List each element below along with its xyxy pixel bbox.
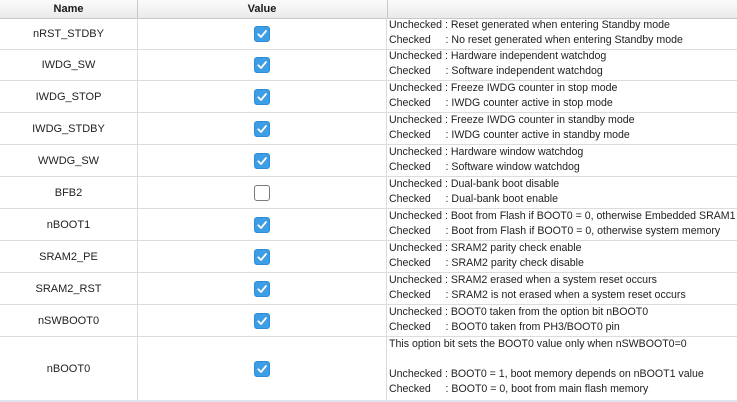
option-description: Unchecked : Hardware window watchdog Chec… <box>388 145 737 176</box>
table-row[interactable]: IWDG_STOP Unchecked : Freeze IWDG counter… <box>0 81 737 113</box>
description-line: Unchecked : Freeze IWDG counter in stand… <box>389 114 635 126</box>
option-checkbox[interactable] <box>254 120 270 137</box>
option-checkbox[interactable] <box>254 216 270 233</box>
description-line: Unchecked : BOOT0 = 1, boot memory depen… <box>389 368 704 380</box>
option-name: WWDG_SW <box>0 145 138 176</box>
description-line: Checked : SRAM2 is not erased when a sys… <box>389 289 686 301</box>
description-line: Unchecked : Freeze IWDG counter in stop … <box>389 82 618 94</box>
option-name: SRAM2_PE <box>0 241 138 272</box>
option-value-cell <box>138 177 387 208</box>
option-checkbox[interactable] <box>254 312 270 329</box>
option-description: Unchecked : Reset generated when enterin… <box>388 18 737 49</box>
description-line: Checked : Software window watchdog <box>389 161 580 173</box>
checkmark-icon <box>257 316 267 325</box>
option-checkbox[interactable] <box>254 25 270 42</box>
option-name: IWDG_STDBY <box>0 113 138 144</box>
option-description: Unchecked : Dual-bank boot disable Checke… <box>388 177 737 208</box>
description-line: Checked : BOOT0 = 0, boot from main flas… <box>389 383 649 395</box>
description-line: Unchecked : BOOT0 taken from the option … <box>389 306 649 318</box>
description-line: Unchecked : Reset generated when enterin… <box>389 19 670 31</box>
option-name: IWDG_SW <box>0 49 138 80</box>
column-header-name[interactable]: Name <box>0 0 137 18</box>
description-line: Unchecked : Hardware independent watchdo… <box>389 50 607 62</box>
option-checkbox[interactable] <box>254 88 270 105</box>
option-description: Unchecked : Freeze IWDG counter in stand… <box>388 113 737 144</box>
table-row[interactable]: IWDG_SW Unchecked : Hardware independent … <box>0 49 737 81</box>
description-line: This option bit sets the BOOT0 value onl… <box>389 338 687 350</box>
description-line: Checked : No reset generated when enteri… <box>389 34 683 46</box>
description-line: Checked : IWDG counter active in standby… <box>389 129 630 141</box>
option-value-cell <box>138 145 387 176</box>
table-row[interactable]: SRAM2_RST Unchecked : SRAM2 erased when a… <box>0 273 737 305</box>
column-header-value[interactable]: Value <box>138 0 386 18</box>
description-line: Checked : Boot from Flash if BOOT0 = 0, … <box>389 225 721 237</box>
description-line: Unchecked : Dual-bank boot disable <box>389 178 560 190</box>
description-line: Unchecked : SRAM2 parity check enable <box>389 242 582 254</box>
description-line: Unchecked : SRAM2 erased when a system r… <box>389 274 657 286</box>
option-description: Unchecked : SRAM2 erased when a system r… <box>388 273 737 304</box>
option-checkbox[interactable] <box>254 56 270 73</box>
description-line <box>389 352 737 367</box>
option-description: This option bit sets the BOOT0 value onl… <box>388 337 737 400</box>
option-value-cell <box>138 337 387 400</box>
checkmark-icon <box>257 92 267 101</box>
table-row[interactable]: WWDG_SW Unchecked : Hardware window watch… <box>0 145 737 177</box>
checkmark-icon <box>257 284 267 293</box>
checkmark-icon <box>257 124 267 133</box>
checkmark-icon <box>257 252 267 261</box>
checkmark-icon <box>257 29 267 38</box>
option-checkbox[interactable] <box>254 152 270 169</box>
option-name: nSWBOOT0 <box>0 305 138 336</box>
option-name: nBOOT1 <box>0 209 138 240</box>
option-checkbox[interactable] <box>254 248 270 265</box>
option-name: SRAM2_RST <box>0 273 138 304</box>
option-value-cell <box>138 49 387 80</box>
option-value-cell <box>138 113 387 144</box>
table-row[interactable]: BFB2 Unchecked : Dual-bank boot disable Ch… <box>0 177 737 209</box>
option-value-cell <box>138 241 387 272</box>
description-line: Checked : Software independent watchdog <box>389 65 603 77</box>
option-name: IWDG_STOP <box>0 81 138 112</box>
table-row[interactable]: IWDG_STDBY Unchecked : Freeze IWDG counte… <box>0 113 737 145</box>
option-checkbox[interactable] <box>254 360 270 377</box>
option-name: nRST_STDBY <box>0 18 138 49</box>
checkmark-icon <box>257 364 267 373</box>
description-line: Checked : Dual-bank boot enable <box>389 193 559 205</box>
option-value-cell <box>138 273 387 304</box>
option-description: Unchecked : SRAM2 parity check enable Che… <box>388 241 737 272</box>
description-line: Unchecked : Hardware window watchdog <box>389 146 584 158</box>
table-row[interactable]: nRST_STDBY Unchecked : Reset generated wh… <box>0 18 737 50</box>
option-checkbox[interactable] <box>254 184 270 201</box>
option-name: nBOOT0 <box>0 337 138 400</box>
option-name: BFB2 <box>0 177 138 208</box>
option-value-cell <box>138 81 387 112</box>
checkmark-icon <box>257 156 267 165</box>
column-header-description[interactable] <box>388 0 737 18</box>
option-description: Unchecked : Boot from Flash if BOOT0 = 0… <box>388 209 737 240</box>
table-row[interactable]: nBOOT1 Unchecked : Boot from Flash if BOO… <box>0 209 737 241</box>
option-value-cell <box>138 305 387 336</box>
table-header: Name Value <box>0 0 737 19</box>
description-line: Unchecked : Boot from Flash if BOOT0 = 0… <box>389 210 736 222</box>
option-value-cell <box>138 18 387 49</box>
description-line: Checked : SRAM2 parity check disable <box>389 257 584 269</box>
option-description: Unchecked : Freeze IWDG counter in stop … <box>388 81 737 112</box>
option-value-cell <box>138 209 387 240</box>
checkmark-icon <box>257 220 267 229</box>
description-line: Checked : IWDG counter active in stop mo… <box>389 97 613 109</box>
table-row[interactable]: nSWBOOT0 Unchecked : BOOT0 taken from the… <box>0 305 737 337</box>
table-row[interactable]: nBOOT0 This option bit sets the BOOT0 val… <box>0 337 737 401</box>
option-checkbox[interactable] <box>254 280 270 297</box>
option-description: Unchecked : BOOT0 taken from the option … <box>388 305 737 336</box>
table-row[interactable]: SRAM2_PE Unchecked : SRAM2 parity check e… <box>0 241 737 273</box>
description-line: Checked : BOOT0 taken from PH3/BOOT0 pin <box>389 321 620 333</box>
option-description: Unchecked : Hardware independent watchdo… <box>388 49 737 80</box>
checkmark-icon <box>257 60 267 69</box>
